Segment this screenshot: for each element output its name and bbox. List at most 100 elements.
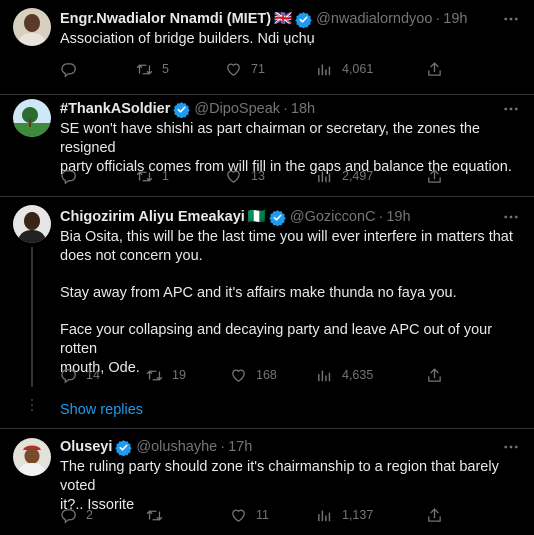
tweet-line: Bia Osita, this will be the last time yo… (60, 229, 513, 245)
share-button[interactable] (426, 59, 443, 79)
verified-badge-icon (295, 11, 312, 28)
retweet-button[interactable]: 1 (136, 166, 169, 186)
tweet-actions: 14 19 168 4,635 (60, 365, 460, 385)
more-icon[interactable] (502, 208, 520, 226)
verified-badge-icon (173, 101, 190, 118)
tweet-text: Association of bridge builders. Ndi ụchụ (60, 30, 520, 49)
like-count: 13 (251, 169, 265, 183)
retweet-icon (146, 507, 163, 524)
flag-emoji: 🇳🇬 (247, 209, 266, 225)
timestamp[interactable]: 19h (386, 208, 410, 226)
share-button[interactable] (426, 166, 443, 186)
reply-icon (60, 61, 77, 78)
flag-emoji: 🇬🇧 (274, 11, 293, 27)
share-button[interactable] (426, 505, 443, 525)
reply-icon (60, 507, 77, 524)
like-icon (225, 61, 242, 78)
avatar[interactable] (13, 205, 51, 243)
reply-button[interactable]: 14 (60, 365, 100, 385)
avatar[interactable] (13, 438, 51, 476)
more-icon[interactable] (502, 10, 520, 28)
retweet-button[interactable] (146, 505, 172, 525)
like-icon (230, 507, 247, 524)
avatar[interactable] (13, 8, 51, 46)
views-icon (316, 61, 333, 78)
reply-icon (60, 168, 77, 185)
retweet-button[interactable]: 19 (146, 365, 186, 385)
views-icon (316, 507, 333, 524)
views-button[interactable]: 4,635 (316, 365, 373, 385)
views-icon (316, 168, 333, 185)
reply-button[interactable]: 2 (60, 505, 93, 525)
tweet-4[interactable]: Oluseyi @olushayhe · 17h The ruling part… (0, 429, 534, 535)
thread-dots (31, 399, 33, 414)
author-name[interactable]: Oluseyi (60, 438, 112, 456)
author-handle[interactable]: @nwadialorndyoo (316, 10, 432, 28)
timestamp[interactable]: 18h (291, 100, 315, 118)
tweet-actions: 5 71 4,061 (60, 59, 460, 79)
tweet-actions: 1 13 2,497 (60, 166, 460, 186)
reply-count: 14 (86, 368, 100, 382)
more-icon[interactable] (502, 438, 520, 456)
views-button[interactable]: 2,497 (316, 166, 373, 186)
like-count: 11 (256, 508, 269, 522)
retweet-count: 1 (162, 169, 169, 183)
tweet-header: Chigozirim Aliyu Emeakayi 🇳🇬 @GozicconC … (60, 208, 411, 226)
views-icon (316, 367, 333, 384)
share-icon (426, 61, 443, 78)
thread-line (31, 247, 33, 387)
author-handle[interactable]: @DipoSpeak (194, 100, 280, 118)
views-count: 4,061 (342, 62, 374, 76)
tweet-header: #ThankASoldier @DipoSpeak · 18h (60, 100, 315, 118)
tweet-text: Bia Osita, this will be the last time yo… (60, 228, 520, 378)
share-button[interactable] (426, 365, 443, 385)
retweet-button[interactable]: 5 (136, 59, 169, 79)
tweet-1[interactable]: Engr.Nwadialor Nnamdi (MIET) 🇬🇧 @nwadial… (0, 0, 534, 94)
author-name[interactable]: #ThankASoldier (60, 100, 170, 118)
like-button[interactable]: 11 (230, 505, 269, 525)
verified-badge-icon (115, 439, 132, 456)
author-handle[interactable]: @olushayhe (136, 438, 217, 456)
views-button[interactable]: 1,137 (316, 505, 373, 525)
views-count: 1,137 (342, 508, 374, 522)
tweet-line: Association of bridge builders. Ndi ụchụ (60, 31, 315, 47)
separator-dot: · (378, 209, 384, 225)
separator-dot: · (283, 101, 288, 117)
timestamp[interactable]: 17h (228, 438, 252, 456)
views-count: 2,497 (342, 169, 374, 183)
tweet-line: The ruling party should zone it's chairm… (60, 459, 499, 494)
like-icon (230, 367, 247, 384)
author-handle[interactable]: @GozicconC (290, 208, 376, 226)
retweet-count: 5 (162, 62, 169, 76)
verified-badge-icon (269, 209, 286, 226)
tweet-line: Face your collapsing and decaying party … (60, 322, 493, 357)
like-count: 168 (256, 368, 277, 382)
share-icon (426, 507, 443, 524)
like-button[interactable]: 71 (225, 59, 265, 79)
avatar[interactable] (13, 99, 51, 137)
author-name[interactable]: Chigozirim Aliyu Emeakayi (60, 208, 245, 226)
reply-icon (60, 367, 77, 384)
more-icon[interactable] (502, 100, 520, 118)
separator-dot: · (220, 439, 226, 455)
tweet-line: does not concern you. (60, 248, 203, 264)
share-icon (426, 168, 443, 185)
tweet-3[interactable]: Chigozirim Aliyu Emeakayi 🇳🇬 @GozicconC … (0, 197, 534, 427)
reply-count: 2 (86, 508, 93, 522)
like-button[interactable]: 168 (230, 365, 277, 385)
show-replies-link[interactable]: Show replies (60, 402, 143, 418)
separator-dot: · (435, 11, 441, 27)
tweet-2[interactable]: #ThankASoldier @DipoSpeak · 18h SE won't… (0, 95, 534, 195)
views-button[interactable]: 4,061 (316, 59, 373, 79)
reply-button[interactable] (60, 59, 86, 79)
timestamp[interactable]: 19h (443, 10, 467, 28)
like-icon (225, 168, 242, 185)
like-count: 71 (251, 62, 265, 76)
views-count: 4,635 (342, 368, 374, 382)
like-button[interactable]: 13 (225, 166, 265, 186)
reply-button[interactable] (60, 166, 86, 186)
retweet-icon (146, 367, 163, 384)
author-name[interactable]: Engr.Nwadialor Nnamdi (MIET) (60, 10, 271, 28)
tweet-header: Oluseyi @olushayhe · 17h (60, 438, 252, 456)
retweet-icon (136, 61, 153, 78)
